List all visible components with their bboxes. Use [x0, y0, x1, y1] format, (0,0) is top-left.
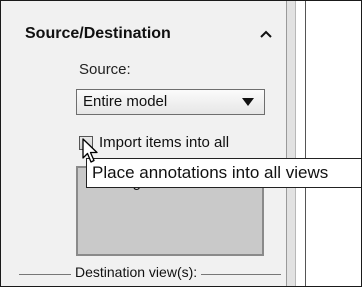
graphics-area-border — [305, 1, 306, 286]
property-manager-panel: Source/Destination Source: Entire model … — [1, 1, 287, 286]
destination-views-header: Destination view(s): — [19, 263, 281, 283]
source-label: Source: — [79, 61, 131, 78]
dropdown-arrow-icon — [242, 98, 254, 106]
section-title: Source/Destination — [25, 25, 171, 42]
panel-splitter[interactable] — [287, 1, 296, 286]
tooltip: Place annotations into all views — [86, 158, 361, 188]
mouse-pointer-icon — [82, 138, 98, 163]
tooltip-text: Place annotations into all views — [92, 163, 329, 182]
chevron-up-icon[interactable] — [259, 29, 273, 39]
destination-label: Destination view(s): — [71, 264, 202, 280]
source-dropdown[interactable]: Entire model — [76, 89, 265, 115]
source-dropdown-value: Entire model — [83, 93, 168, 110]
window-frame: Source/Destination Source: Entire model … — [0, 0, 362, 287]
